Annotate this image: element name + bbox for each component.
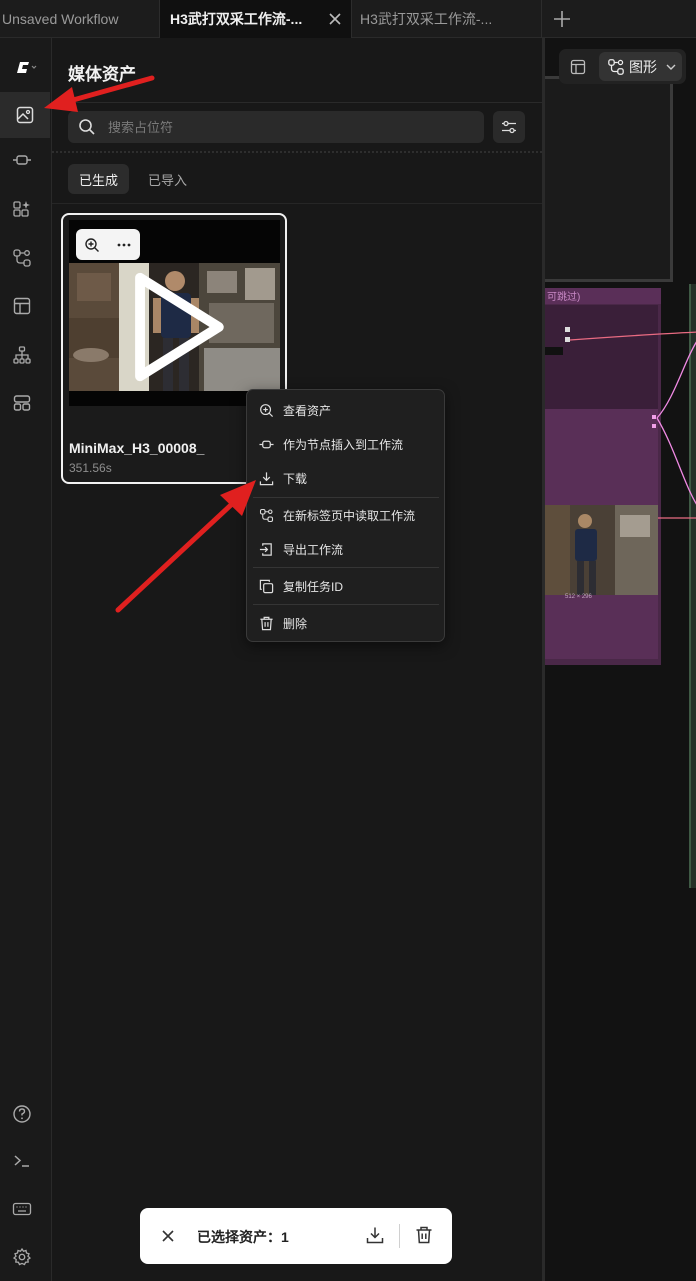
menu-item-export-workflow[interactable]: 导出工作流 — [247, 534, 444, 564]
menu-item-label: 导出工作流 — [283, 542, 344, 557]
menu-item-label: 复制任务ID — [283, 579, 344, 594]
filter-button[interactable] — [493, 111, 525, 143]
help-icon — [13, 1105, 31, 1123]
new-tab-button[interactable] — [542, 0, 582, 38]
zoom-in-icon[interactable] — [84, 237, 100, 253]
hierarchy-icon — [13, 346, 31, 364]
plus-icon — [554, 11, 570, 27]
trash-icon[interactable] — [415, 1226, 433, 1244]
menu-item-label: 删除 — [283, 616, 308, 631]
tab-unsaved-workflow[interactable]: Unsaved Workflow — [0, 0, 160, 38]
menu-divider — [253, 604, 439, 605]
media-assets-panel: 媒体资产 已生成 已导入 — [52, 38, 542, 1281]
tab-generated[interactable]: 已生成 — [68, 164, 130, 194]
divider — [52, 102, 542, 103]
close-icon[interactable] — [160, 1228, 176, 1244]
asset-context-menu: 查看资产 作为节点插入到工作流 下载 在新标签页中读取工作流 导出工作流 复制任… — [246, 389, 445, 642]
menu-item-copy-task-id[interactable]: 复制任务ID — [247, 571, 444, 601]
help-button[interactable] — [6, 1098, 38, 1130]
node-links — [569, 331, 696, 519]
node-header: 可跳过) — [545, 288, 661, 304]
layout-icon — [570, 59, 586, 75]
divider — [52, 203, 542, 204]
trash-icon — [260, 616, 273, 630]
chevron-down-icon — [666, 64, 676, 70]
download-icon — [259, 471, 274, 485]
canvas-node[interactable] — [545, 76, 673, 282]
divider — [52, 151, 542, 153]
asset-source-tabs: 已生成 已导入 — [68, 164, 198, 194]
search-icon — [79, 119, 95, 135]
sidebar-item-workflows[interactable] — [6, 242, 38, 274]
view-mode-label: 图形 — [629, 58, 657, 75]
filter-sliders-icon — [502, 120, 516, 134]
play-icon[interactable] — [69, 263, 280, 391]
layout-toggle-button[interactable] — [565, 54, 591, 80]
asset-name: MiniMax_H3_00008_ — [69, 440, 205, 456]
sidebar-item-nodes[interactable] — [6, 144, 38, 176]
node-insert-icon — [259, 440, 274, 448]
sidebar-item-panels[interactable] — [6, 387, 38, 419]
copy-icon — [259, 579, 274, 593]
keyboard-shortcuts-button[interactable] — [6, 1193, 38, 1225]
icon-rail — [0, 38, 52, 1281]
settings-button[interactable] — [6, 1241, 38, 1273]
models-icon — [13, 201, 30, 217]
close-icon[interactable] — [327, 11, 343, 27]
tab-imported[interactable]: 已导入 — [137, 164, 198, 194]
selection-count: 已选择资产：1 — [197, 1229, 289, 1245]
card-actions — [76, 229, 140, 260]
sidebar-item-hierarchy[interactable] — [6, 339, 38, 371]
search-input[interactable] — [108, 119, 468, 135]
tab-label: H3武打双采工作流-... — [360, 11, 493, 27]
workflow-icon — [13, 249, 31, 267]
tab-active-workflow[interactable]: H3武打双采工作流-... — [160, 0, 352, 38]
menu-divider — [253, 497, 439, 498]
image-icon — [16, 106, 34, 124]
menu-item-label: 下载 — [283, 471, 308, 486]
more-options-icon[interactable] — [116, 237, 132, 253]
terminal-button[interactable] — [6, 1145, 38, 1177]
gear-icon — [12, 1247, 32, 1266]
view-mode-dropdown[interactable]: 图形 — [599, 52, 682, 81]
tab-label: Unsaved Workflow — [2, 11, 119, 27]
menu-item-label: 作为节点插入到工作流 — [283, 437, 404, 452]
preview-size-label: 512 × 296 — [565, 594, 592, 600]
asset-duration: 351.56s — [69, 461, 112, 475]
sidebar-item-media-assets[interactable] — [0, 92, 50, 138]
comfy-logo-icon — [17, 62, 37, 73]
canvas-toolbar: 图形 — [559, 49, 686, 84]
workflow-canvas[interactable]: 可跳过) 512 × 296 图形 — [542, 38, 696, 1281]
menu-item-label: 在新标签页中读取工作流 — [283, 508, 416, 523]
graph-icon — [608, 58, 624, 75]
tab-bar: Unsaved Workflow H3武打双采工作流-... H3武打双采工作流… — [0, 0, 696, 38]
selection-bar: 已选择资产：1 — [140, 1208, 452, 1264]
logo-menu-button[interactable] — [8, 52, 44, 84]
zoom-in-icon — [260, 403, 274, 417]
sidebar-item-models[interactable] — [6, 193, 38, 225]
terminal-icon — [14, 1155, 29, 1167]
menu-item-open-workflow-new-tab[interactable]: 在新标签页中读取工作流 — [247, 500, 444, 530]
layout-icon — [13, 297, 31, 315]
node-library-icon — [13, 155, 31, 165]
panel-title: 媒体资产 — [68, 65, 136, 84]
workflow-icon — [259, 508, 274, 522]
menu-item-insert-as-node[interactable]: 作为节点插入到工作流 — [247, 429, 444, 459]
search-box[interactable] — [68, 111, 484, 143]
menu-item-label: 查看资产 — [283, 403, 332, 418]
menu-item-download[interactable]: 下载 — [247, 463, 444, 493]
sidebar-item-templates[interactable] — [6, 290, 38, 322]
menu-divider — [253, 567, 439, 568]
menu-item-delete[interactable]: 删除 — [247, 608, 444, 638]
tab-workflow-2[interactable]: H3武打双采工作流-... — [352, 0, 542, 38]
divider — [399, 1224, 400, 1248]
menu-item-view-asset[interactable]: 查看资产 — [247, 395, 444, 425]
export-icon — [259, 542, 272, 556]
keyboard-icon — [12, 1202, 32, 1216]
download-icon[interactable] — [366, 1226, 384, 1244]
tab-label: H3武打双采工作流-... — [170, 11, 303, 27]
panels-icon — [13, 395, 31, 411]
